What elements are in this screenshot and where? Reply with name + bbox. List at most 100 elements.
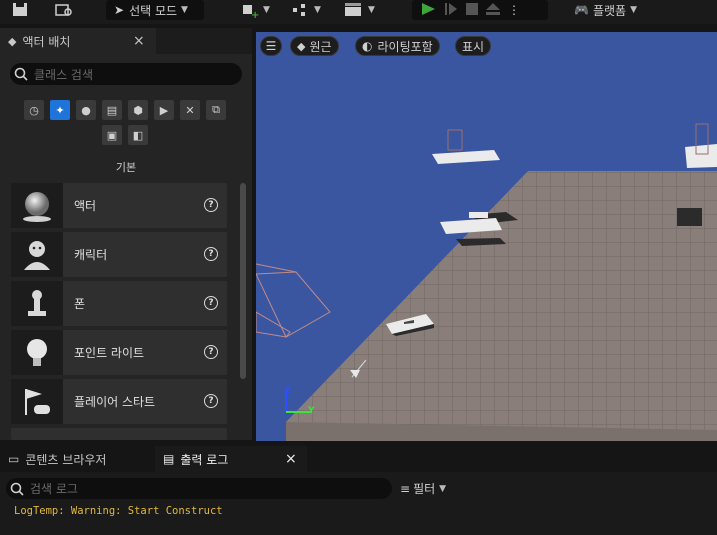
svg-text:+: + <box>251 10 259 18</box>
close-icon[interactable]: × <box>133 33 145 49</box>
class-search-input[interactable]: 클래스 검색 <box>10 63 242 85</box>
class-search-placeholder: 클래스 검색 <box>34 67 94 82</box>
search-icon <box>14 67 28 81</box>
log-search-placeholder: 검색 로그 <box>30 482 78 496</box>
geometry-icon[interactable]: ▶ <box>154 100 174 120</box>
list-item-label: 액터 <box>74 199 97 213</box>
filter-label: 필터 <box>413 482 436 496</box>
close-icon[interactable]: × <box>285 451 297 467</box>
list-item-character[interactable]: 캐릭터 ? <box>11 232 227 277</box>
place-actors-icon: ◆ <box>8 34 17 48</box>
stop-icon[interactable] <box>466 2 478 18</box>
volume-wireframe <box>256 263 331 338</box>
bottom-tab-strip: ▭ 콘텐츠 브라우저 ▤ 출력 로그 × <box>0 444 717 472</box>
category-title: 기본 <box>115 161 137 174</box>
tab-output-log-label: 출력 로그 <box>180 452 229 467</box>
recent-icon[interactable]: ◷ <box>24 100 44 120</box>
more-options-icon[interactable]: ⋮ <box>508 3 520 17</box>
cube-icon: ◆ <box>297 39 306 53</box>
add-actor-button[interactable]: + ▼ <box>241 0 270 20</box>
cinematic-icon[interactable]: ▤ <box>102 100 122 120</box>
lights-icon[interactable]: ● <box>76 100 96 120</box>
help-icon[interactable]: ? <box>204 394 218 408</box>
lighting-label: 라이팅포함 <box>377 39 433 54</box>
tab-place-actors-label: 액터 배치 <box>22 34 71 49</box>
output-log-icon: ▤ <box>163 452 175 466</box>
select-mode-label: 선택 모드 <box>129 3 178 18</box>
bottom-panel: ▭ 콘텐츠 브라우저 ▤ 출력 로그 × 검색 로그 ≡ 필터 ▼ LogTem… <box>0 444 717 535</box>
platform-label: 플랫폼 <box>592 3 627 18</box>
list-item-actor[interactable]: 액터 ? <box>11 183 227 228</box>
list-item-pawn[interactable]: 폰 ? <box>11 281 227 326</box>
gamepad-icon: 🎮 <box>574 3 589 17</box>
list-item-player-start[interactable]: 플레이어 스타트 ? <box>11 379 227 424</box>
chevron-down-icon: ▼ <box>314 5 321 15</box>
list-item-label: 포인트 라이트 <box>74 346 145 360</box>
add-actor-icon: + <box>243 5 259 18</box>
list-item-partial[interactable] <box>11 428 227 440</box>
save-icon[interactable] <box>12 0 32 20</box>
player-start-icon <box>11 379 63 424</box>
filter-icon: ≡ <box>400 481 411 496</box>
shape-cube-icon[interactable]: ◧ <box>128 125 148 145</box>
list-item-point-light[interactable]: 포인트 라이트 ? <box>11 330 227 375</box>
axis-z-label: Z <box>284 386 291 396</box>
tab-content-browser[interactable]: ▭ 콘텐츠 브라우저 <box>8 446 106 472</box>
shapes-icon[interactable]: ▣ <box>102 125 122 145</box>
show-label: 표시 <box>462 39 485 54</box>
lighting-mode-button[interactable]: ◐ 라이팅포함 <box>355 36 440 56</box>
all-classes-icon[interactable]: ⧉ <box>206 100 226 120</box>
tab-place-actors[interactable]: ◆ 액터 배치 × <box>0 28 156 54</box>
blueprint-icon <box>293 4 305 16</box>
show-button[interactable]: 표시 <box>455 36 492 56</box>
play-controls: ⋮ <box>412 0 548 20</box>
content-browser-icon: ▭ <box>8 452 20 466</box>
axis-y-label: Y <box>308 406 315 416</box>
level-viewport[interactable]: ☰ ◆ 원근 ◐ 라이팅포함 표시 Z Y <box>256 32 717 441</box>
log-line: LogTemp: Warning: Start Construct <box>14 505 223 517</box>
platform-dropdown[interactable]: 🎮 플랫폼 ▼ <box>574 0 637 20</box>
hamburger-icon: ☰ <box>265 39 277 53</box>
chevron-down-icon: ▼ <box>630 5 637 15</box>
perspective-label: 원근 <box>309 39 332 54</box>
actor-sphere-icon <box>11 183 63 228</box>
visual-effects-icon[interactable]: ⬢ <box>128 100 148 120</box>
list-item-label: 플레이어 스타트 <box>74 395 156 409</box>
clapperboard-icon <box>345 3 361 16</box>
tab-content-browser-label: 콘텐츠 브라우저 <box>25 452 107 467</box>
blueprint-button[interactable]: ▼ <box>292 0 321 20</box>
help-icon[interactable]: ? <box>204 345 218 359</box>
light-bulb-icon <box>11 330 63 375</box>
chevron-down-icon: ▼ <box>368 5 375 15</box>
main-toolbar: ➤ 선택 모드 ▼ + ▼ ▼ ▼ ⋮ 🎮 플랫폼 ▼ <box>0 0 717 24</box>
search-icon <box>10 482 24 496</box>
chevron-down-icon: ▼ <box>181 5 188 15</box>
cursor-icon: ➤ <box>114 3 125 17</box>
viewport-menu-button[interactable]: ☰ <box>260 36 282 56</box>
log-search-input[interactable]: 검색 로그 <box>6 478 392 499</box>
select-mode-dropdown[interactable]: ➤ 선택 모드 ▼ <box>106 0 204 20</box>
list-item-label: 캐릭터 <box>74 248 108 262</box>
place-actors-panel: ◆ 액터 배치 × 클래스 검색 ◷ ✦ ● ▤ ⬢ ▶ ✕ ⧉ ▣ ◧ 기본 … <box>0 28 252 440</box>
content-drawer-icon[interactable] <box>55 0 77 20</box>
perspective-button[interactable]: ◆ 원근 <box>290 36 339 56</box>
help-icon[interactable]: ? <box>204 296 218 310</box>
help-icon[interactable]: ? <box>204 198 218 212</box>
chevron-down-icon: ▼ <box>263 5 270 15</box>
basic-category-icon[interactable]: ✦ <box>50 100 70 120</box>
eject-icon[interactable] <box>486 2 500 18</box>
help-icon[interactable]: ? <box>204 247 218 261</box>
filter-dropdown[interactable]: ≡ 필터 ▼ <box>400 480 446 497</box>
play-icon[interactable] <box>420 2 436 19</box>
tab-output-log[interactable]: ▤ 출력 로그 × <box>155 446 307 472</box>
character-icon <box>11 232 63 277</box>
list-item-label: 폰 <box>74 297 86 311</box>
volumes-icon[interactable]: ✕ <box>180 100 200 120</box>
lit-sphere-icon: ◐ <box>362 39 373 53</box>
step-forward-icon[interactable] <box>444 2 458 19</box>
cinematics-button[interactable]: ▼ <box>344 0 375 20</box>
platform-1 <box>432 129 500 164</box>
pawn-icon <box>11 281 63 326</box>
list-scrollbar[interactable] <box>240 183 246 379</box>
chevron-down-icon: ▼ <box>439 483 447 494</box>
